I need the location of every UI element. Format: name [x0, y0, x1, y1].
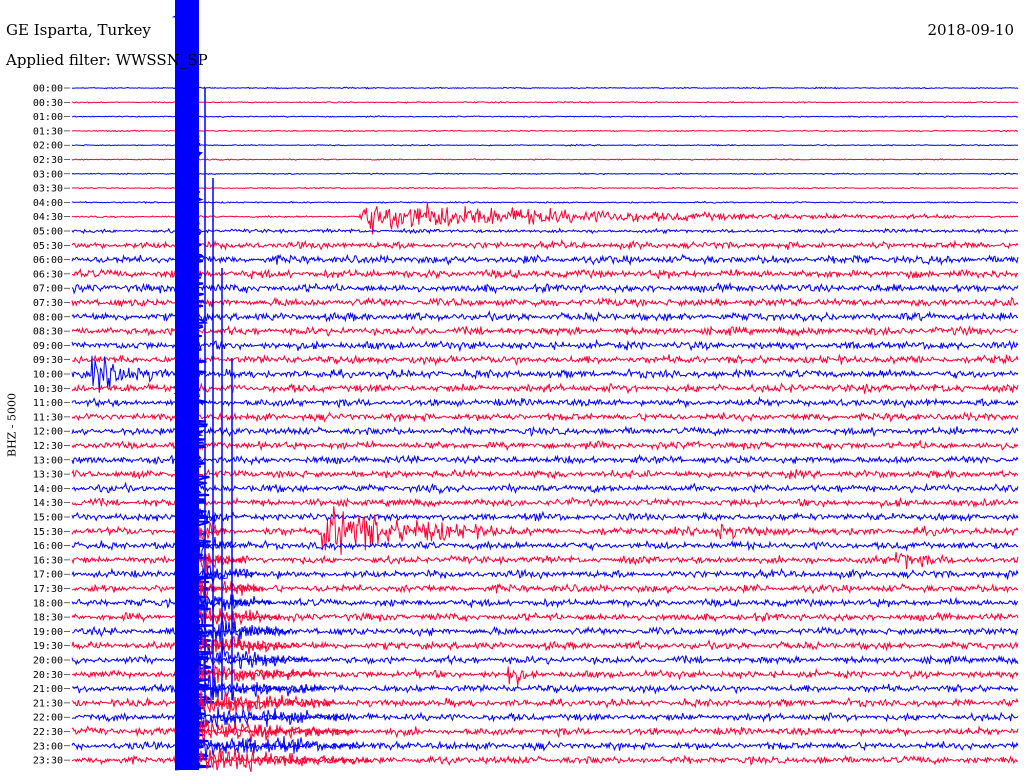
row-label: 14:30	[33, 498, 63, 509]
row-label: 16:00	[33, 541, 63, 552]
row-label: 14:00	[33, 484, 63, 495]
trace-line	[71, 172, 1018, 176]
row-label: 12:00	[33, 427, 63, 438]
trace-line	[71, 238, 1019, 252]
trace-line	[71, 353, 1019, 367]
row-label: 22:30	[33, 727, 63, 738]
trace-line	[71, 696, 1019, 709]
row-label: 21:30	[33, 698, 63, 709]
row-label: 05:30	[33, 241, 63, 252]
row-labels: 00:00 00:30 01:00 01:30 02:00 02:30 03:00 03:30…	[33, 84, 70, 767]
row-label: 18:00	[33, 598, 63, 609]
trace-line	[71, 115, 1019, 118]
row-label: 13:30	[33, 470, 63, 481]
trace-line	[71, 158, 1019, 161]
trace-line	[71, 253, 1019, 267]
y-axis-label: BHZ - 5000	[5, 392, 19, 458]
row-label: 07:30	[33, 298, 63, 309]
row-label: 11:30	[33, 412, 63, 423]
quake-coda	[198, 635, 300, 657]
row-label: 09:00	[33, 341, 63, 352]
row-label: 10:30	[33, 384, 63, 395]
row-label: 15:00	[33, 513, 63, 524]
trace-line	[71, 439, 1019, 452]
trace-line	[71, 552, 1019, 570]
trace-line	[71, 310, 1019, 323]
trace-line	[71, 338, 1019, 353]
trace-line	[71, 325, 1019, 337]
trace-line	[71, 411, 1019, 423]
row-label: 22:00	[33, 713, 63, 724]
trace-line	[71, 202, 1019, 235]
row-label: 19:30	[33, 641, 63, 652]
quake-saturation	[175, 0, 199, 770]
trace-line	[71, 227, 1019, 235]
quake-coda	[198, 660, 318, 683]
trace-line	[71, 143, 1018, 147]
trace-line	[71, 296, 1019, 309]
row-label: 20:00	[33, 656, 63, 667]
row-label: 05:00	[33, 227, 63, 238]
row-label: 21:00	[33, 684, 63, 695]
row-label: 04:00	[33, 198, 63, 209]
trace-line	[71, 481, 1019, 496]
row-label: 02:30	[33, 155, 63, 166]
row-label: 18:30	[33, 613, 63, 624]
row-label: 09:30	[33, 355, 63, 366]
row-label: 13:00	[33, 455, 63, 466]
trace-line	[71, 396, 1019, 410]
station-title: GE Isparta, Turkey	[6, 21, 151, 39]
trace-line	[71, 281, 1019, 295]
date-label: 2018-09-10	[927, 21, 1014, 39]
row-label: 08:00	[33, 312, 63, 323]
filter-label: Applied filter: WWSSN_SP	[6, 51, 208, 69]
row-label: 23:30	[33, 756, 63, 767]
row-label: 00:00	[33, 84, 63, 95]
row-label: 15:30	[33, 527, 63, 538]
trace-line	[72, 129, 1018, 133]
row-label: 03:30	[33, 184, 63, 195]
trace-line	[71, 382, 1019, 395]
trace-line	[72, 200, 1019, 204]
row-label: 00:30	[33, 98, 63, 109]
trace-line	[71, 100, 1019, 104]
row-label: 17:30	[33, 584, 63, 595]
row-label: 17:00	[33, 570, 63, 581]
row-label: 06:00	[33, 255, 63, 266]
row-label: 04:30	[33, 212, 63, 223]
row-label: 01:30	[33, 126, 63, 137]
row-label: 06:30	[33, 269, 63, 280]
row-label: 03:00	[33, 169, 63, 180]
row-label: 16:30	[33, 555, 63, 566]
helicorder-plot: 00:00 00:30 01:00 01:30 02:00 02:30 03:00 03:30…	[33, 0, 1019, 773]
trace-line	[71, 496, 1019, 510]
trace-line	[71, 425, 1019, 438]
row-label: 12:30	[33, 441, 63, 452]
row-label: 19:00	[33, 627, 63, 638]
row-label: 20:30	[33, 670, 63, 681]
row-label: 11:00	[33, 398, 63, 409]
trace-line	[71, 468, 1019, 480]
row-label: 07:00	[33, 284, 63, 295]
row-label: 10:00	[33, 370, 63, 381]
trace-line	[71, 453, 1019, 466]
row-label: 23:00	[33, 741, 63, 752]
row-label: 02:00	[33, 141, 63, 152]
row-label: 08:30	[33, 327, 63, 338]
trace-line	[71, 86, 1019, 90]
trace-line	[71, 186, 1019, 190]
trace-line	[71, 268, 1019, 280]
row-label: 01:00	[33, 112, 63, 123]
